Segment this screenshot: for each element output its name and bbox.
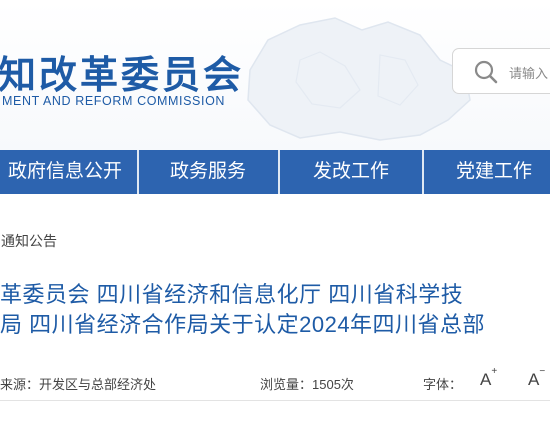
view-count: 浏览量：1505次 xyxy=(260,377,354,392)
font-increase-label: A xyxy=(480,370,492,389)
breadcrumb[interactable]: 通知公告 xyxy=(1,231,57,251)
font-size-label: 字体： xyxy=(423,377,463,392)
divider xyxy=(0,400,550,401)
font-increase-button[interactable]: A+ xyxy=(480,366,497,390)
plus-icon: + xyxy=(491,366,498,378)
font-decrease-label: A xyxy=(528,370,540,389)
font-decrease-button[interactable]: A− xyxy=(528,366,545,390)
search-box[interactable]: 请输入 xyxy=(452,48,550,94)
main-nav: 政府信息公开 政务服务 发改工作 党建工作 xyxy=(0,150,550,194)
article-source: 来源：开发区与总部经济处 xyxy=(0,377,157,392)
article-title-line-1: 革委员会 四川省经济和信息化厅 四川省科学技 xyxy=(0,282,464,307)
nav-item-gov-info[interactable]: 政府信息公开 xyxy=(0,150,135,194)
site-header: 知改革委员会 MENT AND REFORM COMMISSION 请输入 xyxy=(0,0,550,150)
article-title-line-2: 局 四川省经济合作局关于认定2024年四川省总部 xyxy=(0,312,486,337)
nav-item-services[interactable]: 政务服务 xyxy=(139,150,277,194)
minus-icon: − xyxy=(539,366,546,378)
search-icon[interactable] xyxy=(473,59,499,85)
search-input[interactable]: 请输入 xyxy=(509,63,548,82)
nav-item-party[interactable]: 党建工作 xyxy=(424,150,550,194)
site-title[interactable]: 知改革委员会 xyxy=(0,44,244,99)
nav-item-work[interactable]: 发改工作 xyxy=(280,150,422,194)
article-title: 革委员会 四川省经济和信息化厅 四川省科学技 局 四川省经济合作局关于认定202… xyxy=(0,280,550,340)
site-title-english: MENT AND REFORM COMMISSION xyxy=(2,94,226,108)
